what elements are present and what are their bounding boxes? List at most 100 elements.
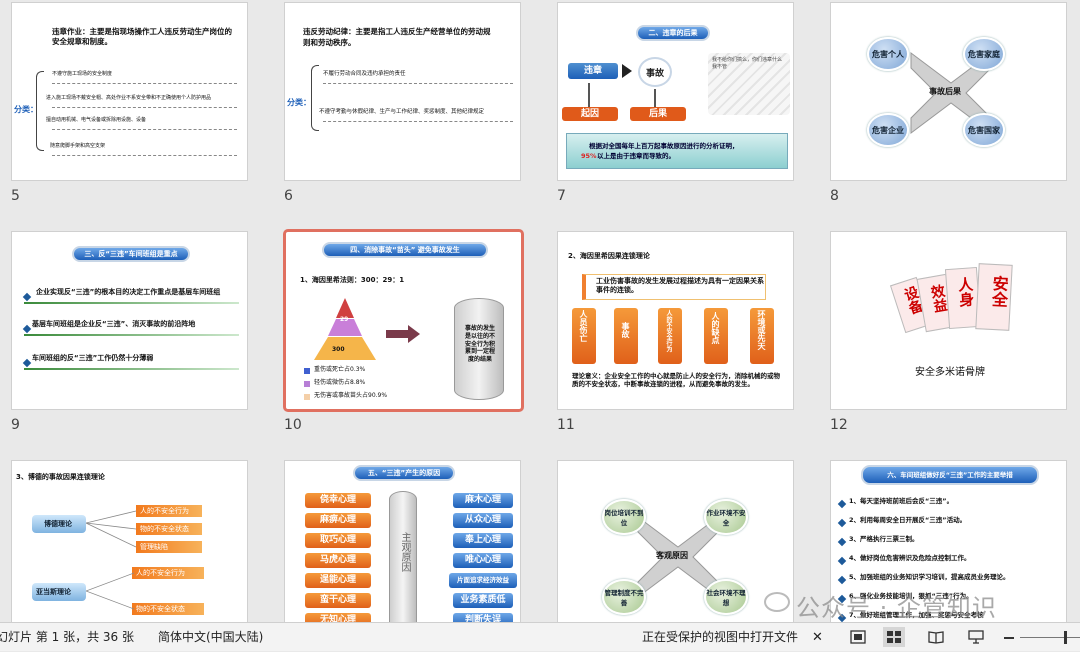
slide-thumbnail-12[interactable]: 设备 效益 人身 安全 安全多米诺骨牌 [830, 231, 1067, 410]
slide-6-item-2: 不遵守考勤与休假纪律、生产与工作纪律、奖惩制度、其他纪律规定 [319, 109, 485, 115]
zoom-slider[interactable] [1020, 637, 1080, 638]
slide-7-box-cause: 起因 [562, 107, 618, 121]
slide-13-arrow-2: 物的不安全状态 [136, 523, 202, 535]
wechat-icon [764, 592, 790, 612]
slide-number-12: 12 [830, 417, 848, 433]
slide-5-item-2: 进入施工现场不戴安全帽、高处作业不系安全带和不正确使用个人防护用品 [46, 95, 212, 101]
slide-16-item-2: 2、利用每周安全日开展反“三违”活动。 [849, 516, 967, 524]
slide-11-title: 2、海因里希因果连锁理论 [568, 252, 650, 260]
slide-14-right-5: 片面追求经济效益 [449, 573, 517, 588]
slide-thumbnail-5[interactable]: 违章作业：主要是指现场操作工人违反劳动生产岗位的安全规章和制度。 分类： 不遵守… [11, 2, 248, 181]
slide-11-theory: 理论意义：企业安全工作的中心就是防止人的安全行为，消除机械的或物质的不安全状态，… [572, 372, 780, 389]
slide-5-brace [36, 71, 44, 151]
slide-16-item-1: 1、每天坚持班前班后会反“三违”。 [849, 497, 954, 505]
slide-10-legend-3: 无伤害或事故苗头占90.9% [314, 392, 388, 399]
slide-number-8: 8 [830, 188, 839, 204]
slide-10-legend-1: 重伤或死亡占0.3% [314, 366, 366, 373]
slide-7-box-result: 后果 [630, 107, 686, 121]
slide-7-down-arrow-1 [588, 83, 590, 107]
slide-13-arrow-4: 人的不安全行为 [132, 567, 204, 579]
slide-thumbnail-15[interactable]: 客观原因 岗位培训不到位 作业环境不安全 管理制度不完善 社会环境不理想 [557, 460, 794, 622]
slide-10-right-arrow-icon [386, 330, 408, 338]
slide-16-item-4: 4、做好岗位危害辨识及危险点控制工作。 [849, 554, 971, 562]
slide-thumbnail-6[interactable]: 违反劳动纪律：主要是指工人违反生产经营单位的劳动规 则和劳动秩序。 分类： 不履… [284, 2, 521, 181]
slideshow-view-icon[interactable] [968, 630, 984, 644]
slide-sorter-view-icon[interactable] [883, 627, 905, 647]
slide-14-left-2: 麻痹心理 [305, 513, 371, 528]
slide-6-category: 分类： [287, 98, 311, 107]
slide-thumbnail-10[interactable]: 四、消除事故“苗头” 避免事故发生 1、海因里希法则：300：29：1 29 3… [283, 229, 524, 412]
slide-15-circle-2: 作业环境不安全 [704, 499, 748, 535]
slide-8-circle-2: 危害家庭 [963, 37, 1005, 71]
slide-11-chain-2: 事故 [614, 308, 638, 364]
slide-10-pyramid [314, 298, 376, 360]
slide-number-7: 7 [557, 188, 566, 204]
slide-number-10: 10 [284, 417, 302, 433]
status-bar: 幻灯片 第 1 张，共 36 张 简体中文(中国大陆) 正在受保护的视图中打开文… [0, 622, 1080, 651]
slide-10-pyramid-300: 300 [332, 346, 345, 353]
slide-12-caption: 安全多米诺骨牌 [915, 367, 985, 378]
slide-14-center-column: 主观原因 [389, 491, 417, 622]
slide-6-brace [311, 65, 319, 131]
reading-view-icon[interactable] [928, 630, 944, 644]
slide-8-circle-4: 危害国家 [963, 113, 1005, 147]
slide-7-note-line-2: 以上是由于违章而导致的。 [597, 152, 675, 160]
slide-10-cylinder: 事故的发生是以往的不安全行为积累到一定程度的结果 [454, 298, 504, 400]
slide-15-circle-3: 管理制度不完善 [602, 579, 646, 615]
slide-5-title: 违章作业：主要是指现场操作工人违反劳动生产岗位的安全规章和制度。 [52, 27, 232, 46]
slide-14-title-pill: 五、“三违”产生的原因 [353, 465, 455, 481]
slide-13-title: 3、博德的事故因果连锁理论 [16, 473, 105, 481]
slide-14-right-6: 业务素质低 [453, 593, 513, 608]
slide-9-title-pill: 三、反“三违”车间班组是重点 [72, 246, 190, 262]
slide-number-6: 6 [284, 188, 293, 204]
slide-count-status[interactable]: 幻灯片 第 1 张，共 36 张 [0, 623, 134, 652]
slide-thumbnail-11[interactable]: 2、海因里希因果连锁理论 工业伤害事故的发生发展过程描述为具有一定因果关系事件的… [557, 231, 794, 410]
slide-7-box-violation: 违章 [568, 63, 618, 79]
slide-16-item-3: 3、严格执行三票三制。 [849, 535, 919, 543]
slide-8-center: 事故后果 [929, 87, 961, 96]
slide-10-pyramid-29: 29 [340, 316, 349, 323]
close-protected-view-button[interactable]: ✕ [812, 623, 823, 652]
slide-13-arrow-5: 物的不安全状态 [132, 603, 204, 615]
slide-thumbnail-8[interactable]: 事故后果 危害个人 危害家庭 危害企业 危害国家 [830, 2, 1067, 181]
slide-14-left-4: 马虎心理 [305, 553, 371, 568]
normal-view-icon[interactable] [850, 630, 866, 644]
slide-11-chain-4: 人的缺点 [704, 308, 728, 364]
slide-10-title-pill: 四、消除事故“苗头” 避免事故发生 [322, 242, 488, 258]
slide-11-intro-box: 工业伤害事故的发生发展过程描述为具有一定因果关系事件的连锁。 [582, 274, 766, 300]
slide-9-item-1: 企业实现反“三违”的根本目的决定工作重点是基层车间班组 [36, 288, 221, 296]
slide-13-arrow-1: 人的不安全行为 [136, 505, 202, 517]
slide-number-11: 11 [557, 417, 575, 433]
language-status[interactable]: 简体中文(中国大陆) [158, 623, 263, 652]
slide-13-node-2: 亚当斯理论 [32, 583, 86, 601]
slide-11-chain-3: 人的不安全行为 [658, 308, 682, 364]
slide-5-category: 分类： [14, 105, 38, 114]
slide-12-domino-card-4: 安全 [975, 263, 1013, 331]
slide-7-chevron-icon [622, 64, 632, 78]
slide-11-chain-5: 环境或先天 [750, 308, 774, 364]
slide-8-circle-3: 危害企业 [867, 113, 909, 147]
slide-16-title-pill: 六、车间班组做好反“三违”工作的主要举措 [861, 465, 1039, 485]
slide-thumbnail-13[interactable]: 3、博德的事故因果连锁理论 博德理论 亚当斯理论 人的不安全行为 物的不安全状态… [11, 460, 248, 622]
slide-7-box-accident: 事故 [638, 57, 672, 87]
slide-14-right-3: 奉上心理 [453, 533, 513, 548]
slide-7-title-pill: 二、违章的后果 [636, 25, 710, 41]
slide-14-right-4: 唯心心理 [453, 553, 513, 568]
slide-11-chain-1: 人员伤亡 [572, 308, 596, 364]
slide-sorter-grid: 违章作业：主要是指现场操作工人违反劳动生产岗位的安全规章和制度。 分类： 不遵守… [0, 0, 1080, 622]
zoom-slider-thumb[interactable] [1064, 631, 1067, 644]
slide-10-legend-2: 轻伤或微伤占8.8% [314, 379, 366, 386]
slide-number-5: 5 [11, 188, 20, 204]
slide-14-left-3: 取巧心理 [305, 533, 371, 548]
slide-14-right-7: 判断失误 [453, 613, 513, 622]
slide-thumbnail-9[interactable]: 三、反“三违”车间班组是重点 企业实现反“三违”的根本目的决定工作重点是基层车间… [11, 231, 248, 410]
slide-6-title-2: 则和劳动秩序。 [303, 38, 356, 47]
slide-thumbnail-14[interactable]: 五、“三违”产生的原因 侥幸心理 麻痹心理 取巧心理 马虎心理 逞能心理 蛮干心… [284, 460, 521, 622]
zoom-out-button[interactable] [1004, 637, 1014, 639]
slide-14-left-5: 逞能心理 [305, 573, 371, 588]
slide-9-item-2: 基层车间班组是企业反“三违”、消灭事故的前沿阵地 [32, 320, 196, 328]
slide-14-right-1: 麻木心理 [453, 493, 513, 508]
slide-thumbnail-7[interactable]: 二、违章的后果 违章 事故 起因 后果 我不给你们搞么，你们违章什么我不管 根据… [557, 2, 794, 181]
protected-view-status: 正在受保护的视图中打开文件 [642, 630, 799, 644]
slide-10-law: 1、海因里希法则：300：29：1 [300, 276, 405, 284]
